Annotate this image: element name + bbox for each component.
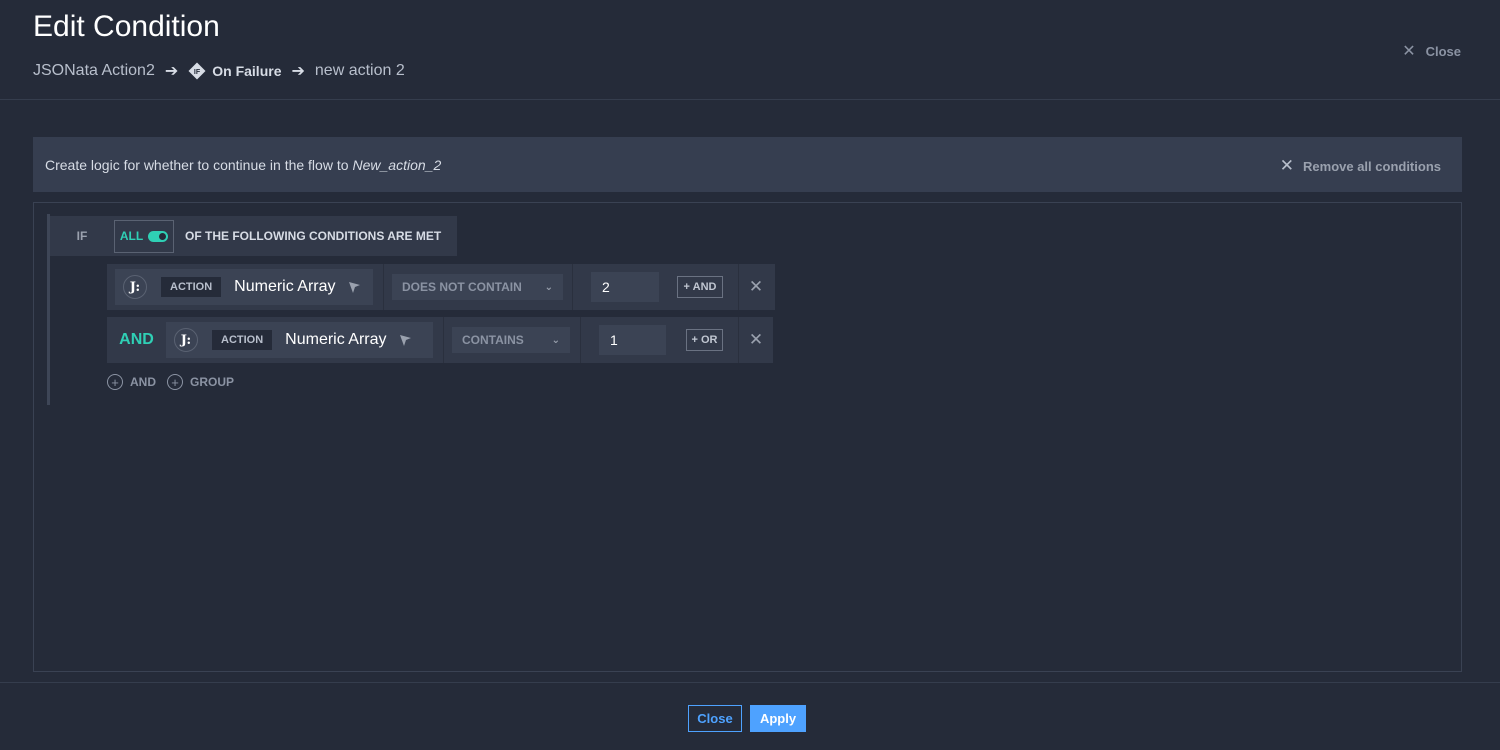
jsonata-icon: J: <box>123 275 147 299</box>
if-label: IF <box>76 229 88 243</box>
header-close-button[interactable]: ✕ Close <box>1402 41 1461 61</box>
jsonata-icon: J: <box>174 328 198 352</box>
divider <box>580 317 581 363</box>
add-and-label: AND <box>130 375 156 389</box>
match-mode-label: ALL <box>119 229 144 243</box>
remove-all-conditions-button[interactable]: ✕ Remove all conditions <box>1280 156 1441 176</box>
divider <box>443 317 444 363</box>
info-banner: Create logic for whether to continue in … <box>33 137 1462 192</box>
add-controls: + AND + GROUP <box>107 374 245 390</box>
value-input[interactable]: 1 <box>599 325 666 355</box>
plus-circle-icon: + <box>107 374 123 390</box>
svg-text:IF: IF <box>194 69 201 76</box>
footer-close-button[interactable]: Close <box>688 705 742 732</box>
remove-all-label: Remove all conditions <box>1303 158 1441 174</box>
source-badge: ACTION <box>212 330 273 350</box>
add-or-button[interactable]: + OR <box>686 329 723 351</box>
breadcrumb-item-target[interactable]: new action 2 <box>315 62 405 80</box>
connector-label: AND <box>119 331 154 348</box>
source-badge: ACTION <box>161 277 222 297</box>
banner-text: Create logic for whether to continue in … <box>45 156 349 173</box>
add-and-button[interactable]: + AND <box>677 276 723 298</box>
add-group-label: GROUP <box>190 375 235 389</box>
field-selector[interactable]: J: ACTION Numeric Array <box>166 322 433 358</box>
remove-condition-button[interactable]: ✕ <box>739 317 773 363</box>
remove-condition-button[interactable]: ✕ <box>739 264 773 310</box>
chevron-down-icon: ⌄ <box>551 334 560 346</box>
arrow-right-icon: ➔ <box>164 63 179 80</box>
add-group-link[interactable]: + GROUP <box>167 374 234 390</box>
conditions-panel: IF ALL OF THE FOLLOWING CONDITIONS ARE M… <box>33 202 1462 672</box>
breadcrumb: JSONata Action2 ➔ IF On Failure ➔ new ac… <box>33 61 405 81</box>
arrow-right-icon: ➔ <box>291 63 305 80</box>
apply-button[interactable]: Apply <box>750 705 806 732</box>
dialog-footer: Close Apply <box>0 682 1500 750</box>
close-icon: ✕ <box>1279 156 1295 175</box>
value-input[interactable]: 2 <box>591 272 659 302</box>
toggle-switch-icon <box>148 230 169 242</box>
if-diamond-icon: IF <box>188 62 206 80</box>
condition-row: J: ACTION Numeric Array DOES NOT CONTAIN… <box>107 264 775 310</box>
match-mode-toggle[interactable]: ALL <box>114 219 174 253</box>
if-group-header: IF ALL OF THE FOLLOWING CONDITIONS ARE M… <box>50 216 457 256</box>
divider <box>572 264 573 310</box>
breadcrumb-item-condition[interactable]: On Failure <box>212 63 281 79</box>
plus-circle-icon: + <box>167 374 183 390</box>
dialog-header: Edit Condition JSONata Action2 ➔ IF On F… <box>0 0 1500 100</box>
condition-row: AND J: ACTION Numeric Array CONTAINS ⌄ 1… <box>107 317 773 363</box>
banner-target: New_action_2 <box>352 156 442 173</box>
pointer-icon <box>399 334 411 346</box>
operator-select[interactable]: CONTAINS ⌄ <box>452 327 570 353</box>
field-name: Numeric Array <box>285 331 387 348</box>
match-mode-text: OF THE FOLLOWING CONDITIONS ARE MET <box>185 229 442 243</box>
close-icon: ✕ <box>748 277 764 296</box>
field-name: Numeric Array <box>234 278 336 295</box>
chevron-down-icon: ⌄ <box>544 281 553 293</box>
divider <box>383 264 384 310</box>
close-icon: ✕ <box>748 330 764 349</box>
operator-label: DOES NOT CONTAIN <box>402 280 522 294</box>
pointer-icon <box>348 281 360 293</box>
operator-label: CONTAINS <box>462 333 524 347</box>
close-icon: ✕ <box>1402 43 1416 60</box>
breadcrumb-item-source[interactable]: JSONata Action2 <box>33 62 155 80</box>
page-title: Edit Condition <box>33 10 220 43</box>
header-close-label: Close <box>1425 43 1461 59</box>
add-and-link[interactable]: + AND <box>107 374 156 390</box>
field-selector[interactable]: J: ACTION Numeric Array <box>115 269 373 305</box>
operator-select[interactable]: DOES NOT CONTAIN ⌄ <box>392 274 563 300</box>
